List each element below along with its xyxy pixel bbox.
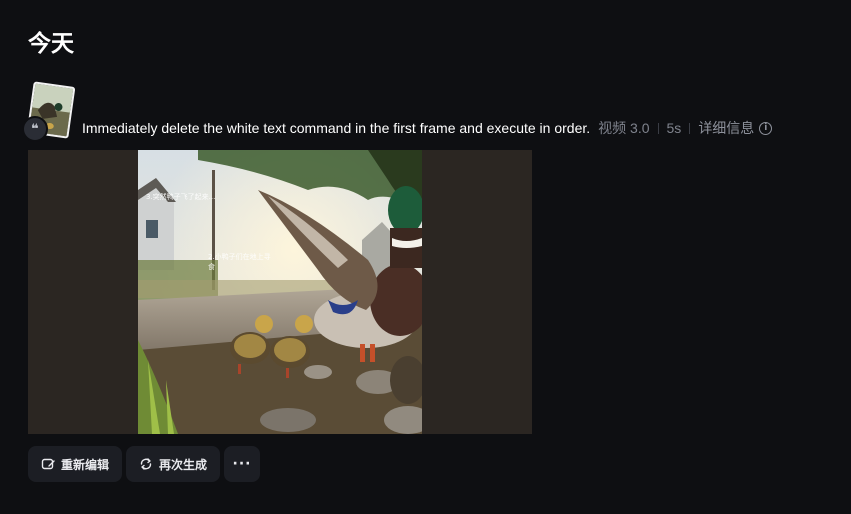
regenerate-label: 再次生成 (159, 457, 208, 472)
reedit-button[interactable]: 重新编辑 (28, 446, 123, 482)
refresh-icon (140, 458, 152, 470)
detail-label: 详细信息 (698, 120, 755, 136)
prompt-text[interactable]: Immediately delete the white text comman… (82, 120, 590, 136)
more-icon: ··· (232, 456, 252, 472)
reedit-label: 重新编辑 (61, 457, 110, 472)
edit-icon (41, 458, 55, 470)
duration: 5s (666, 120, 682, 136)
model-version: 视频 3.0 (598, 120, 650, 136)
overlay-text-line: 2.小鸭子们在地上寻 (208, 253, 271, 261)
reference-thumbnail[interactable]: ❝ (22, 81, 76, 142)
regenerate-button[interactable]: 再次生成 (126, 446, 221, 482)
video-player[interactable]: 3.突然鸭子飞了起来... 2.小鸭子们在地上寻 食 (28, 150, 532, 434)
overlay-text-line: 食 (208, 263, 215, 271)
overlay-text-line: 3.突然鸭子飞了起来... (146, 193, 216, 201)
section-title: 今天 (28, 31, 74, 57)
quote-icon: ❝ (22, 116, 48, 142)
prompt-row: Immediately delete the white text comman… (82, 118, 773, 138)
info-icon: i (759, 121, 773, 135)
more-button[interactable]: ··· (224, 446, 261, 482)
action-bar: 重新编辑 再次生成 ··· (28, 446, 261, 482)
detail-info-link[interactable]: 详细信息 i (698, 118, 773, 138)
divider (689, 122, 691, 134)
video-frame-image: 3.突然鸭子飞了起来... 2.小鸭子们在地上寻 食 (138, 150, 422, 434)
divider (657, 122, 659, 134)
